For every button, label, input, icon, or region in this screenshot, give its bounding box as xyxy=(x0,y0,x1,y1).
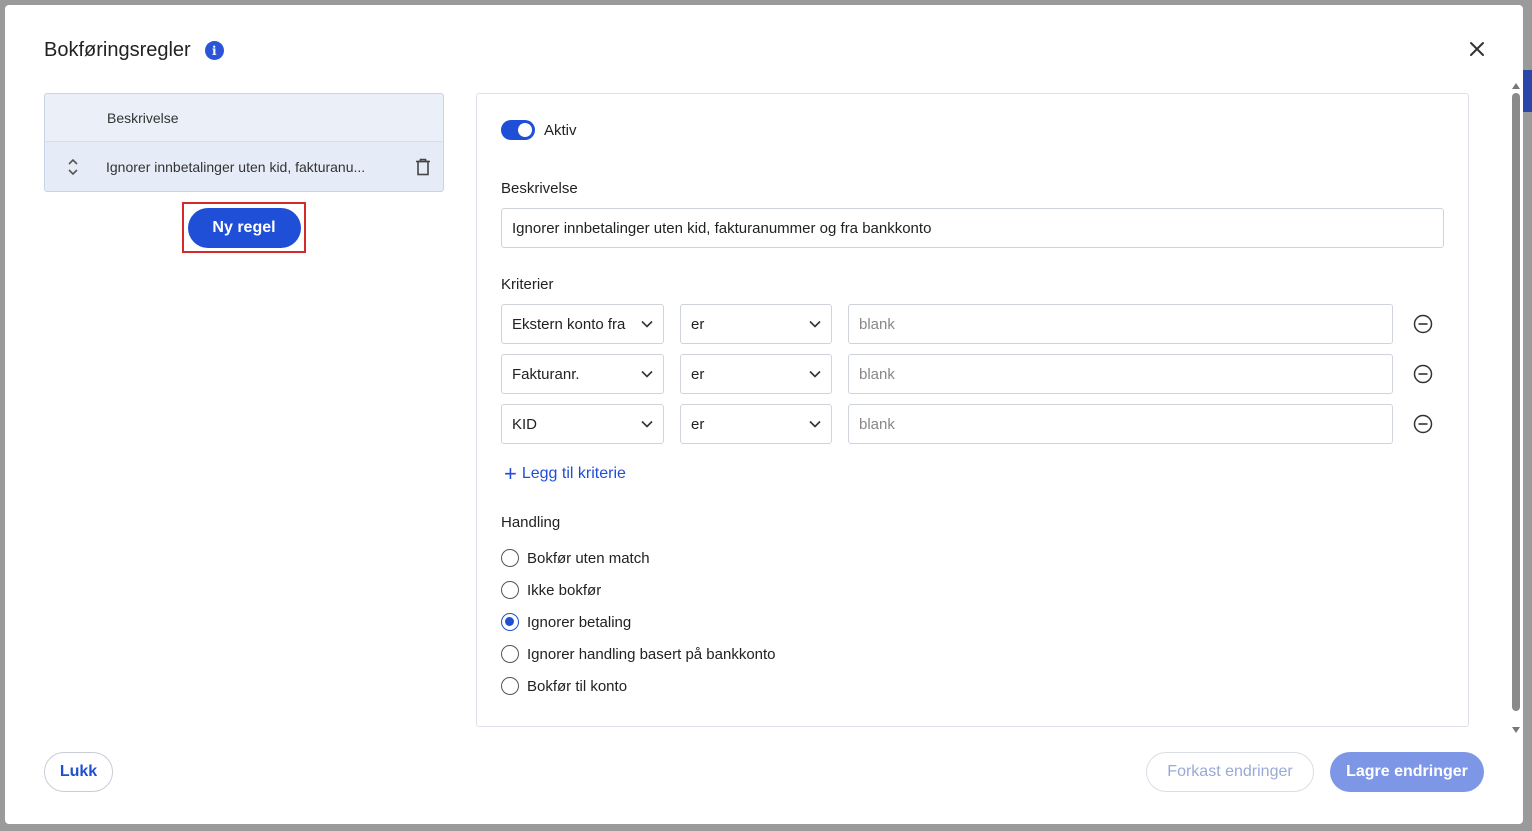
remove-criterion-icon[interactable] xyxy=(1412,313,1434,335)
close-button[interactable]: Lukk xyxy=(44,752,113,792)
action-option[interactable]: Bokfør til konto xyxy=(501,677,627,695)
rule-list: Beskrivelse Ignorer innbetalinger uten k… xyxy=(44,93,444,192)
add-criterion-button[interactable]: + Legg til kriterie xyxy=(504,463,626,485)
criterion-value-input[interactable]: blank xyxy=(848,304,1393,344)
rule-list-item[interactable]: Ignorer innbetalinger uten kid, fakturan… xyxy=(45,142,443,191)
backdrop-strip xyxy=(1522,70,1532,112)
active-toggle[interactable] xyxy=(501,120,535,140)
criterion-field-select[interactable]: KID xyxy=(501,404,664,444)
action-option-label: Ignorer betaling xyxy=(527,613,632,631)
plus-icon: + xyxy=(504,461,517,486)
radio-button-checked[interactable] xyxy=(501,613,519,631)
criterion-field-value: Ekstern konto fra xyxy=(512,315,626,333)
criterion-operator-select[interactable]: er xyxy=(680,354,832,394)
info-icon[interactable]: i xyxy=(204,41,224,60)
trash-icon[interactable] xyxy=(403,158,443,176)
sort-handle-icon[interactable] xyxy=(45,157,101,177)
scroll-thumb[interactable] xyxy=(1512,93,1520,711)
radio-button[interactable] xyxy=(501,549,519,567)
criterion-field-value: Fakturanr. xyxy=(512,365,580,383)
new-rule-highlight: Ny regel xyxy=(182,202,306,253)
action-option-label: Bokfør uten match xyxy=(527,549,650,567)
action-option[interactable]: Ikke bokfør xyxy=(501,581,601,599)
description-label: Beskrivelse xyxy=(501,180,578,197)
rules-dialog: Bokføringsregler i Beskrivelse Ignorer i… xyxy=(5,5,1523,824)
description-input[interactable]: Ignorer innbetalinger uten kid, fakturan… xyxy=(501,208,1444,248)
chevron-down-icon xyxy=(641,420,653,428)
dialog-header: Bokføringsregler i xyxy=(44,39,224,62)
chevron-down-icon xyxy=(641,320,653,328)
action-option[interactable]: Ignorer betaling xyxy=(501,613,631,631)
action-option-label: Bokfør til konto xyxy=(527,677,628,695)
remove-criterion-icon[interactable] xyxy=(1412,413,1434,435)
scrollbar[interactable] xyxy=(1511,83,1521,733)
action-option[interactable]: Bokfør uten match xyxy=(501,549,650,567)
criterion-operator-value: er xyxy=(691,315,705,333)
criterion-field-select[interactable]: Ekstern konto fra xyxy=(501,304,664,344)
rule-editor: Aktiv Beskrivelse Ignorer innbetalinger … xyxy=(476,93,1469,727)
remove-criterion-icon[interactable] xyxy=(1412,363,1434,385)
action-label: Handling xyxy=(501,514,561,531)
action-option[interactable]: Ignorer handling basert på bankkonto xyxy=(501,645,776,663)
rule-list-item-label: Ignorer innbetalinger uten kid, fakturan… xyxy=(106,158,366,175)
criterion-value-input[interactable]: blank xyxy=(848,354,1393,394)
scroll-down-icon[interactable] xyxy=(1512,727,1520,733)
criterion-operator-value: er xyxy=(691,365,705,383)
chevron-down-icon xyxy=(809,370,821,378)
active-label: Aktiv xyxy=(544,121,577,139)
radio-button[interactable] xyxy=(501,581,519,599)
new-rule-button[interactable]: Ny regel xyxy=(187,207,301,248)
close-icon[interactable] xyxy=(1465,37,1489,61)
action-option-label: Ignorer handling basert på bankkonto xyxy=(527,645,776,663)
chevron-down-icon xyxy=(809,420,821,428)
criterion-field-select[interactable]: Fakturanr. xyxy=(501,354,664,394)
scroll-up-icon[interactable] xyxy=(1512,83,1520,89)
add-criterion-label: Legg til kriterie xyxy=(521,465,626,482)
criterion-field-value: KID xyxy=(512,415,538,433)
chevron-down-icon xyxy=(641,370,653,378)
criterion-value-input[interactable]: blank xyxy=(848,404,1393,444)
action-option-label: Ikke bokfør xyxy=(527,581,602,599)
radio-button[interactable] xyxy=(501,677,519,695)
dialog-title: Bokføringsregler xyxy=(44,39,191,61)
discard-changes-button[interactable]: Forkast endringer xyxy=(1146,752,1314,792)
rule-list-header: Beskrivelse xyxy=(45,94,443,142)
criterion-operator-select[interactable]: er xyxy=(680,304,832,344)
criterion-operator-value: er xyxy=(691,415,705,433)
criteria-label: Kriterier xyxy=(501,276,554,293)
active-toggle-row: Aktiv xyxy=(501,120,577,140)
save-changes-button[interactable]: Lagre endringer xyxy=(1330,752,1484,792)
criterion-operator-select[interactable]: er xyxy=(680,404,832,444)
radio-button[interactable] xyxy=(501,645,519,663)
chevron-down-icon xyxy=(809,320,821,328)
